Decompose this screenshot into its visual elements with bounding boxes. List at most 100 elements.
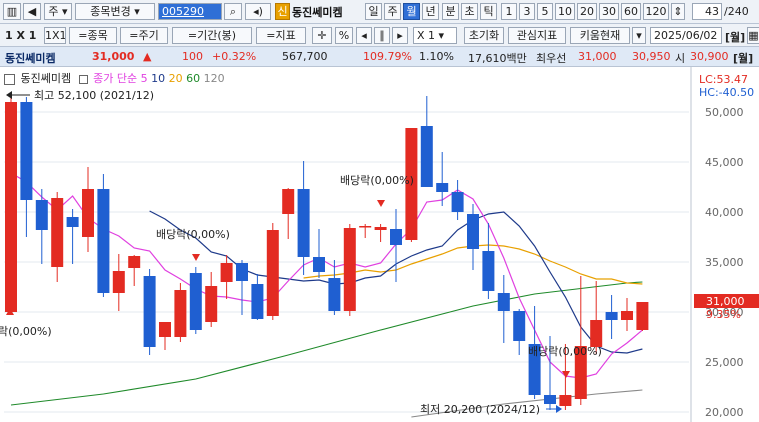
candle-body bbox=[343, 228, 356, 311]
best-bid: 30,950 bbox=[632, 50, 671, 63]
legend-collapse-icon[interactable] bbox=[4, 73, 15, 85]
y-tick-label: 50,000 bbox=[705, 106, 744, 119]
best-ask-label: 최우선 bbox=[536, 52, 567, 65]
link-range-button[interactable]: =기간(봉) bbox=[172, 27, 252, 44]
stock-name[interactable]: 동진쎄미켐 bbox=[292, 4, 343, 20]
up-arrow-icon: ▲ bbox=[143, 50, 152, 63]
market-label: 주 bbox=[48, 5, 59, 18]
step-right-icon[interactable]: ▸ bbox=[392, 27, 408, 44]
candle-body bbox=[128, 256, 141, 268]
dividend-annotation-2: 배당락(0,00%) bbox=[340, 174, 414, 187]
pct-tag: 9.35% bbox=[706, 308, 741, 321]
lc-label: LC:53.47 bbox=[699, 73, 748, 86]
candle-body bbox=[236, 263, 248, 281]
candle-body bbox=[590, 320, 603, 347]
price-tag: 31,000 bbox=[706, 295, 745, 308]
quote-price: 31,000 bbox=[92, 50, 135, 63]
legend-ma-toggle-icon[interactable] bbox=[78, 74, 88, 84]
step-left-icon[interactable]: ◂ bbox=[356, 27, 372, 44]
candle-body bbox=[205, 286, 218, 322]
low-annotation: 최저 20,200 (2024/12) bbox=[420, 403, 540, 416]
prev-icon[interactable]: ◀ bbox=[23, 3, 41, 20]
period-day[interactable]: 일 bbox=[365, 3, 382, 20]
legend-ma20: 20 bbox=[168, 72, 183, 85]
candle-body bbox=[313, 257, 325, 272]
crosshair-icon[interactable]: ✛ bbox=[312, 27, 332, 44]
candle-body bbox=[174, 290, 187, 337]
candle-body bbox=[559, 395, 572, 406]
dividend-annotation-1: 배당락(0,00%) bbox=[156, 228, 230, 241]
link-period-button[interactable]: =주기 bbox=[120, 27, 168, 44]
search-icon[interactable]: ⌕ bbox=[224, 3, 242, 20]
period-tick[interactable]: 틱 bbox=[480, 3, 497, 20]
candle-body bbox=[35, 200, 48, 230]
candle-body bbox=[605, 312, 618, 320]
candle-body bbox=[621, 311, 633, 320]
quote-vol-ratio: 109.79% bbox=[363, 50, 412, 63]
period-month[interactable]: 월 bbox=[403, 3, 420, 20]
interval-120[interactable]: 120 bbox=[643, 3, 669, 20]
period-minute[interactable]: 분 bbox=[442, 3, 459, 20]
percent-button[interactable]: % bbox=[335, 27, 353, 44]
calendar-icon[interactable]: ▦ bbox=[747, 27, 759, 44]
interval-3[interactable]: 3 bbox=[519, 3, 535, 20]
speaker-icon[interactable]: ◂) bbox=[245, 3, 271, 20]
page-total: /240 bbox=[724, 5, 749, 18]
interval-20[interactable]: 20 bbox=[577, 3, 597, 20]
pause-icon[interactable]: ∥ bbox=[374, 27, 390, 44]
link-indicator-button[interactable]: =지표 bbox=[256, 27, 306, 44]
period-week[interactable]: 주 bbox=[384, 3, 401, 20]
link-symbol-button[interactable]: =종목 bbox=[69, 27, 117, 44]
candle-body bbox=[390, 229, 402, 245]
candle-body bbox=[51, 198, 64, 267]
kiwoom-current-button[interactable]: 키움현재 bbox=[570, 27, 630, 44]
legend-ma10: 10 bbox=[151, 72, 166, 85]
page-counter[interactable]: 43 bbox=[692, 3, 722, 20]
interval-60[interactable]: 60 bbox=[621, 3, 641, 20]
legend-ma-label: 종가 단순 bbox=[93, 72, 138, 85]
code-menu[interactable]: 종목변경 ▾ bbox=[75, 3, 155, 20]
quote-bar: 동진쎄미켐 31,000 ▲ 100 +0.32% 567,700 109.79… bbox=[0, 47, 759, 67]
quote-amount: 17,610백만 bbox=[468, 52, 527, 65]
legend-stock-name: 동진쎄미켐 bbox=[20, 72, 72, 85]
y-tick-label: 20,000 bbox=[705, 406, 744, 419]
quote-change-pct: +0.32% bbox=[212, 50, 257, 63]
period-year[interactable]: 년 bbox=[422, 3, 439, 20]
candle-body bbox=[544, 395, 556, 404]
dividend-annotation-left: 락(0,00%) bbox=[0, 325, 52, 338]
candle-body bbox=[112, 271, 125, 293]
interval-10[interactable]: 10 bbox=[555, 3, 575, 20]
quote-change: 100 bbox=[182, 50, 203, 63]
price-chart[interactable]: 50,00045,00040,00035,00030,00025,00020,0… bbox=[0, 67, 759, 422]
kiwoom-dropdown-icon[interactable]: ▾ bbox=[632, 27, 646, 44]
main-toolbar: ▥ ◀ 주 ▾ 종목변경 ▾ 005290 ⌕ ◂) 신 동진쎄미켐 일 주 월… bbox=[0, 0, 759, 24]
market-select[interactable]: 주 ▾ bbox=[44, 3, 72, 20]
dividend-annotation-3: 배당락(0,00%) bbox=[528, 345, 602, 358]
code-menu-label: 종목변경 bbox=[90, 5, 131, 18]
candle-body bbox=[5, 102, 17, 312]
reset-button[interactable]: 초기화 bbox=[464, 27, 504, 44]
interval-5[interactable]: 5 bbox=[537, 3, 553, 20]
period-second[interactable]: 초 bbox=[461, 3, 478, 20]
interest-indicator-button[interactable]: 관심지표 bbox=[508, 27, 566, 44]
zoom-select[interactable]: X 1 ▾ bbox=[413, 27, 457, 44]
open-price: 30,900 bbox=[690, 50, 729, 63]
interval-1[interactable]: 1 bbox=[501, 3, 517, 20]
period-tag: [월] bbox=[725, 31, 746, 44]
y-tick-label: 45,000 bbox=[705, 156, 744, 169]
date-input[interactable]: 2025/06/02 bbox=[650, 27, 722, 44]
candle-body bbox=[420, 126, 433, 187]
ratio-button[interactable]: 1X1 bbox=[44, 27, 66, 44]
candle-body bbox=[482, 251, 495, 291]
interval-spin-icon[interactable]: ⇕ bbox=[671, 3, 685, 20]
layout-icon[interactable]: ▥ bbox=[3, 3, 21, 20]
code-input[interactable]: 005290 bbox=[158, 3, 222, 20]
quote-turnover: 1.10% bbox=[419, 50, 454, 63]
best-ask: 31,000 bbox=[578, 50, 617, 63]
candle-body bbox=[497, 293, 510, 311]
interval-30[interactable]: 30 bbox=[599, 3, 619, 20]
candle-body bbox=[82, 189, 94, 237]
candle-body bbox=[220, 263, 233, 282]
candle-body bbox=[467, 214, 479, 249]
candle-body bbox=[159, 322, 171, 337]
